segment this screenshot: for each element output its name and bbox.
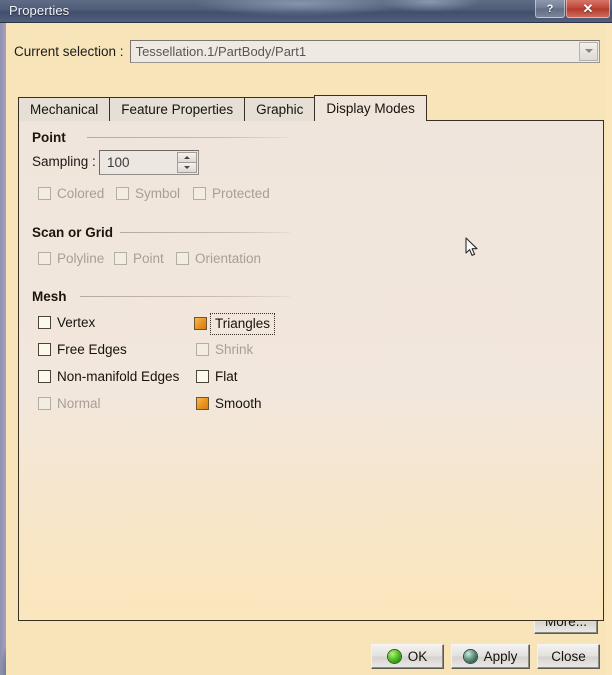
checkbox-box bbox=[38, 252, 51, 266]
properties-dialog-window: Properties ? ✕ Current selection : Tesse… bbox=[0, 0, 612, 675]
checkbox-box bbox=[196, 397, 209, 411]
checkbox-label: Polyline bbox=[57, 251, 105, 266]
checkbox-shrink[interactable]: Shrink bbox=[196, 343, 253, 357]
ok-button-label: OK bbox=[407, 649, 428, 664]
current-selection-combo[interactable]: Tessellation.1/PartBody/Part1 bbox=[129, 39, 600, 63]
tab-mechanical[interactable]: Mechanical bbox=[18, 97, 111, 121]
checkbox-colored[interactable]: Colored bbox=[38, 187, 104, 201]
group-rule-scan-or-grid bbox=[120, 232, 290, 233]
group-rule-mesh bbox=[80, 296, 290, 297]
checkbox-box bbox=[193, 187, 206, 201]
checkbox-box bbox=[196, 370, 209, 384]
checkbox-label: Triangles bbox=[209, 313, 276, 335]
group-rule-point bbox=[87, 137, 289, 138]
checkbox-point[interactable]: Point bbox=[114, 252, 164, 266]
checkbox-normal[interactable]: Normal bbox=[38, 397, 101, 411]
checkbox-label: Orientation bbox=[195, 251, 262, 266]
checkbox-polyline[interactable]: Polyline bbox=[38, 252, 104, 266]
sampling-increment-button[interactable] bbox=[177, 152, 197, 162]
checkbox-box bbox=[38, 316, 51, 330]
ok-button[interactable]: OK bbox=[371, 644, 444, 669]
group-title-mesh: Mesh bbox=[32, 289, 67, 304]
checkbox-protected[interactable]: Protected bbox=[193, 187, 270, 201]
checkbox-box bbox=[114, 252, 127, 266]
checkbox-label: Colored bbox=[57, 186, 105, 201]
tab-graphic[interactable]: Graphic bbox=[244, 97, 316, 121]
checkbox-box bbox=[38, 187, 51, 201]
checkbox-box bbox=[176, 252, 189, 266]
checkbox-label: Shrink bbox=[215, 342, 254, 357]
ok-sphere-icon bbox=[387, 650, 401, 663]
caret-down-glyph bbox=[184, 166, 190, 169]
checkbox-vertex[interactable]: Vertex bbox=[38, 316, 95, 330]
current-selection-label: Current selection : bbox=[14, 43, 124, 59]
checkbox-orientation[interactable]: Orientation bbox=[176, 252, 261, 266]
checkbox-label: Protected bbox=[212, 186, 270, 201]
tab-display-modes[interactable]: Display Modes bbox=[314, 95, 427, 121]
caret-down-glyph bbox=[584, 49, 593, 53]
apply-sphere-icon bbox=[463, 650, 477, 663]
sampling-label: Sampling : bbox=[32, 154, 96, 169]
checkbox-box bbox=[194, 317, 207, 331]
group-title-scan-or-grid: Scan or Grid bbox=[32, 225, 114, 240]
title-bar[interactable]: Properties ? ✕ bbox=[0, 0, 612, 23]
group-title-point: Point bbox=[32, 130, 66, 145]
checkbox-symbol[interactable]: Symbol bbox=[116, 187, 180, 201]
sampling-decrement-button[interactable] bbox=[177, 162, 197, 173]
window-title: Properties bbox=[9, 3, 70, 18]
tab-strip: Mechanical Feature Properties Graphic Di… bbox=[18, 95, 427, 121]
close-dialog-button[interactable]: Close bbox=[537, 644, 600, 669]
checkbox-label: Symbol bbox=[135, 186, 181, 201]
help-icon[interactable]: ? bbox=[535, 0, 565, 18]
checkbox-label: Normal bbox=[57, 396, 101, 411]
checkbox-triangles[interactable]: Triangles bbox=[194, 313, 276, 335]
sampling-value: 100 bbox=[107, 155, 130, 170]
dialog-body: Current selection : Tessellation.1/PartB… bbox=[6, 23, 606, 675]
sampling-stepper[interactable] bbox=[177, 152, 197, 173]
chevron-down-icon[interactable] bbox=[579, 41, 598, 61]
checkbox-label: Vertex bbox=[57, 315, 96, 330]
sampling-input[interactable]: 100 bbox=[99, 150, 199, 175]
apply-button-label: Apply bbox=[483, 649, 518, 664]
checkbox-box bbox=[38, 397, 51, 411]
checkbox-free-edges[interactable]: Free Edges bbox=[38, 343, 127, 357]
checkbox-label: Point bbox=[133, 251, 164, 266]
close-icon[interactable]: ✕ bbox=[566, 0, 610, 18]
checkbox-box bbox=[38, 370, 51, 384]
checkbox-smooth[interactable]: Smooth bbox=[196, 397, 262, 411]
apply-button[interactable]: Apply bbox=[451, 644, 530, 669]
checkbox-non-manifold-edges[interactable]: Non-manifold Edges bbox=[38, 370, 179, 384]
checkbox-label: Smooth bbox=[215, 396, 262, 411]
checkbox-label: Free Edges bbox=[57, 342, 127, 357]
checkbox-label: Non-manifold Edges bbox=[57, 369, 180, 384]
checkbox-box bbox=[38, 343, 51, 357]
current-selection-value: Tessellation.1/PartBody/Part1 bbox=[135, 43, 307, 59]
display-modes-panel: Point Sampling : 100 Colored Symbol Prot… bbox=[18, 120, 604, 621]
tab-feature-properties[interactable]: Feature Properties bbox=[109, 97, 246, 121]
checkbox-box bbox=[116, 187, 129, 201]
current-selection-row: Current selection : Tessellation.1/PartB… bbox=[14, 39, 600, 63]
caret-up-glyph bbox=[184, 156, 190, 159]
checkbox-label: Flat bbox=[215, 369, 238, 384]
checkbox-box bbox=[196, 343, 209, 357]
checkbox-flat[interactable]: Flat bbox=[196, 370, 238, 384]
